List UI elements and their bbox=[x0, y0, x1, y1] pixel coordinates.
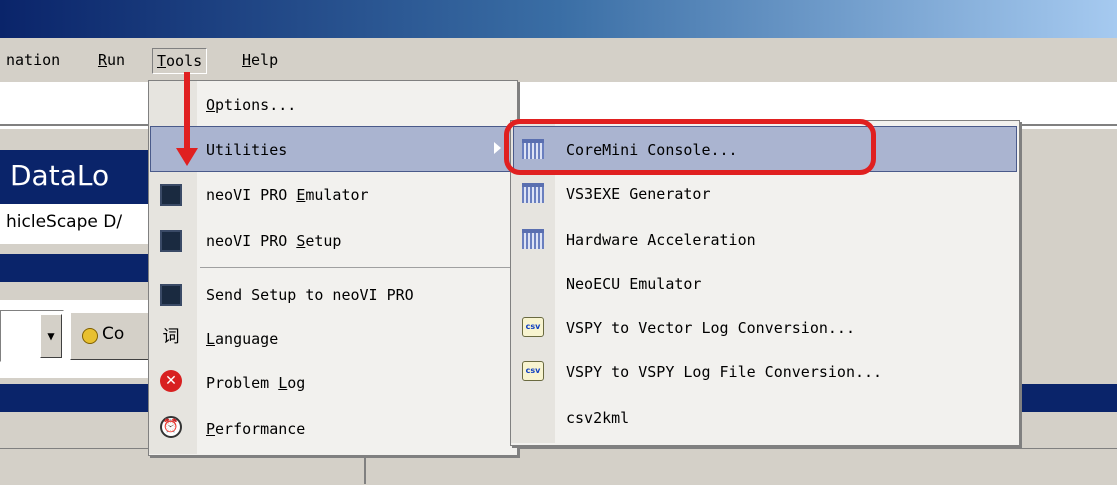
menu-item-send-setup[interactable]: Send Setup to neoVI PRO bbox=[206, 272, 414, 318]
menu-separator bbox=[200, 267, 512, 268]
neovi-icon bbox=[160, 184, 182, 206]
submenu-item-neoecu-emulator[interactable]: NeoECU Emulator bbox=[566, 261, 701, 307]
panel-band bbox=[0, 254, 160, 282]
alarm-clock-icon: ⏰ bbox=[160, 416, 182, 438]
menu-item-neovi-emulator[interactable]: neoVI PRO Emulator bbox=[206, 172, 369, 218]
menu-item-neovi-setup[interactable]: neoVI PRO Setup bbox=[206, 218, 341, 264]
menu-item-language[interactable]: Language bbox=[206, 316, 278, 362]
submenu-arrow-icon bbox=[494, 142, 501, 154]
panel-subtitle: hicleScape D/ bbox=[6, 212, 123, 232]
annotation-arrow-head bbox=[176, 148, 198, 166]
annotation-highlight-box bbox=[504, 119, 876, 175]
error-icon: ✕ bbox=[160, 370, 182, 392]
utilities-highlight bbox=[150, 126, 515, 172]
menu-item-problem-log[interactable]: Problem Log bbox=[206, 360, 305, 406]
csv-icon: csv bbox=[522, 361, 544, 381]
menu-help[interactable]: Help bbox=[238, 48, 282, 72]
submenu-item-csv2kml[interactable]: csv2kml bbox=[566, 395, 629, 441]
grid-app-icon bbox=[522, 183, 544, 203]
submenu-item-hardware-acceleration[interactable]: Hardware Acceleration bbox=[566, 217, 756, 263]
menu-item-performance[interactable]: Performance bbox=[206, 406, 305, 452]
csv-icon: csv bbox=[522, 317, 544, 337]
title-bar bbox=[0, 0, 1117, 38]
menu-run[interactable]: Run bbox=[94, 48, 129, 72]
database-icon bbox=[82, 328, 98, 344]
submenu-item-vs3exe-generator[interactable]: VS3EXE Generator bbox=[566, 171, 711, 217]
menu-item-options[interactable]: Options... bbox=[206, 82, 296, 128]
language-icon: 词 bbox=[162, 327, 180, 347]
panel-title: DataLo bbox=[10, 159, 110, 192]
grid-app-icon bbox=[522, 229, 544, 249]
menu-animation[interactable]: nation bbox=[2, 48, 64, 72]
neovi-icon bbox=[160, 284, 182, 306]
menu-tools[interactable]: Tools bbox=[152, 48, 208, 74]
submenu-item-vspy-to-vector[interactable]: VSPY to Vector Log Conversion... bbox=[566, 305, 855, 351]
co-button-label: Co bbox=[102, 324, 125, 344]
chevron-down-icon[interactable]: ▼ bbox=[40, 314, 62, 358]
annotation-arrow-shaft bbox=[184, 72, 190, 152]
menu-item-utilities[interactable]: Utilities bbox=[206, 127, 287, 173]
panel-band-lower bbox=[0, 384, 160, 412]
submenu-item-vspy-to-vspy[interactable]: VSPY to VSPY Log File Conversion... bbox=[566, 349, 882, 395]
neovi-icon bbox=[160, 230, 182, 252]
